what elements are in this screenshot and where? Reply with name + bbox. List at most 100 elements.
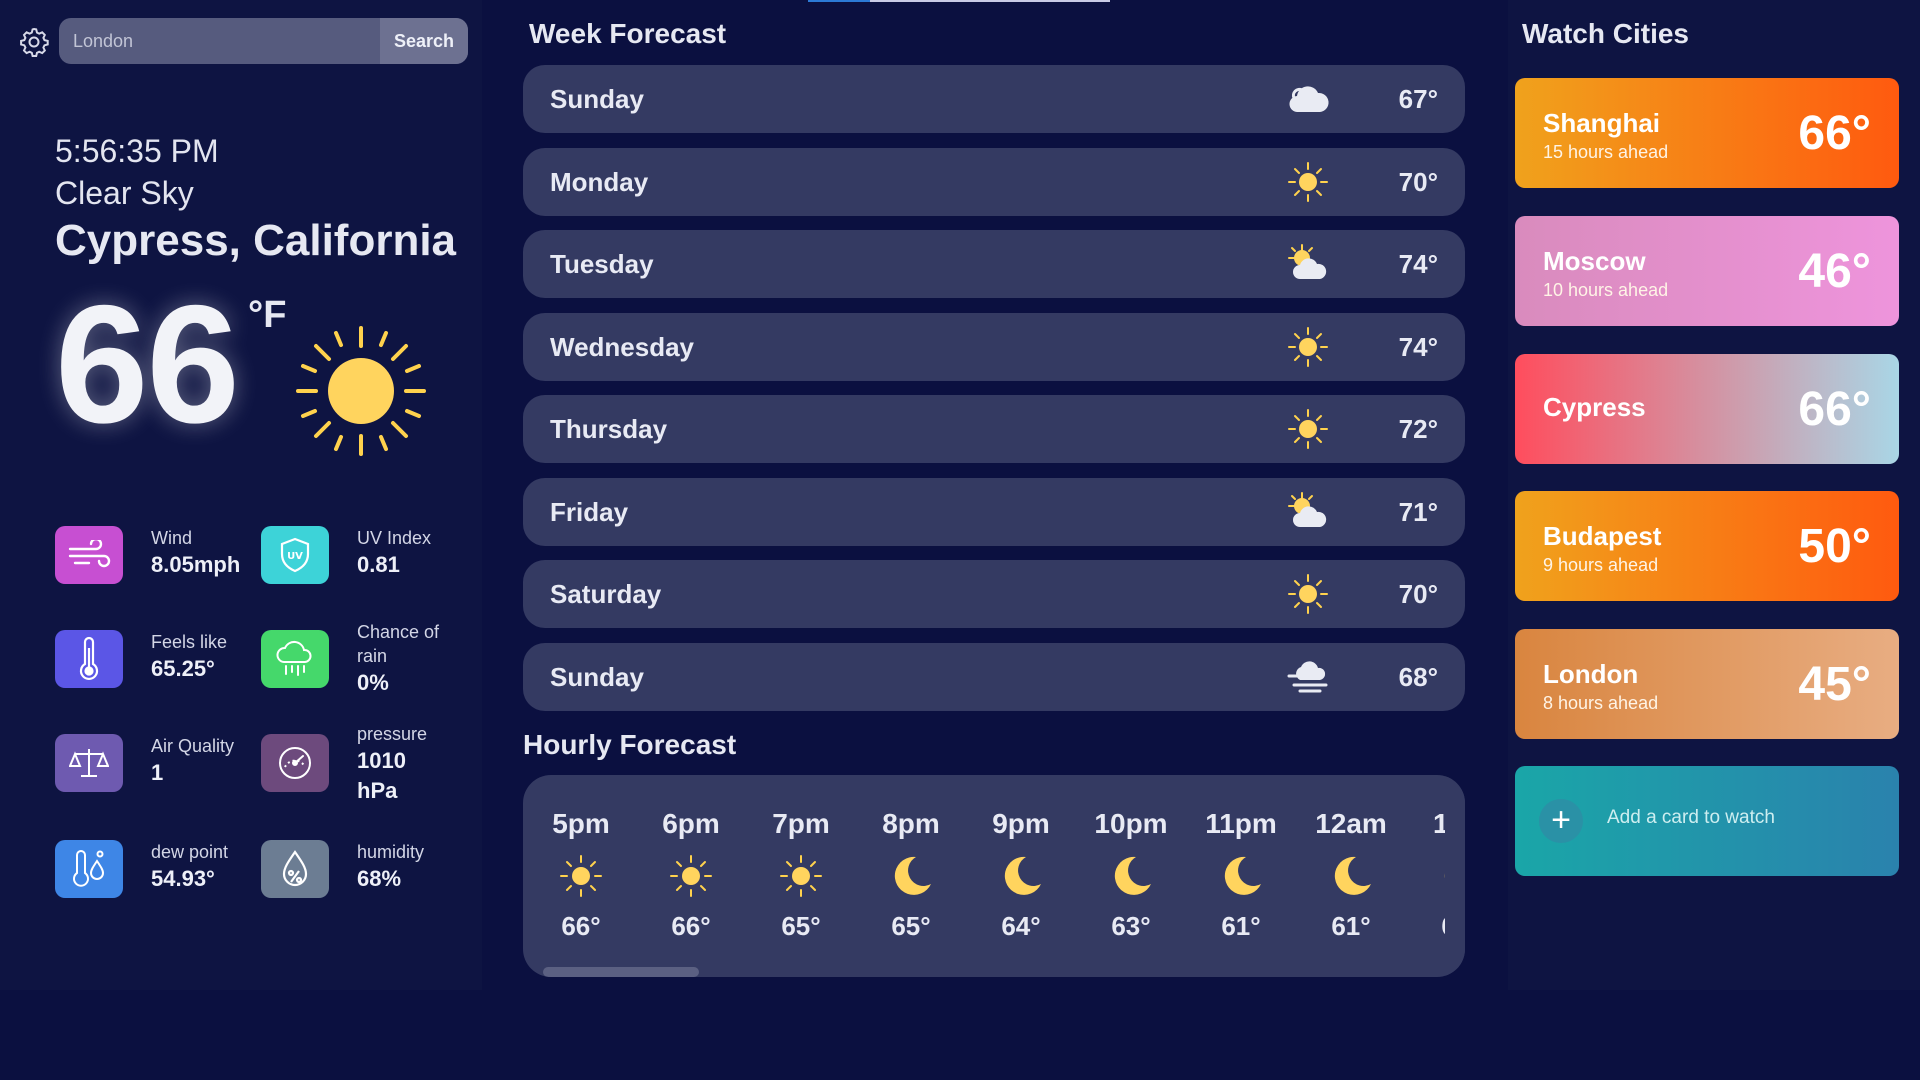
stat-label: pressure xyxy=(357,724,428,744)
moon-icon xyxy=(1114,856,1151,895)
cloud-icon xyxy=(1289,86,1329,113)
city-temp: 66° xyxy=(1798,383,1871,436)
current-temperature: 66 xyxy=(55,270,240,458)
city-card-cypress[interactable]: Cypress 66° xyxy=(1515,354,1899,464)
day-temp: 68° xyxy=(1398,662,1438,692)
hour-item: 5pm 66° xyxy=(526,807,636,942)
hour-temp: 65° xyxy=(781,911,821,941)
thermometer-icon xyxy=(55,630,123,688)
forecast-day-row[interactable]: Sunday 67° xyxy=(523,65,1465,133)
rain-cloud-icon xyxy=(261,630,329,688)
top-progress-bar xyxy=(808,0,1110,2)
hour-time: 7pm xyxy=(772,808,830,839)
city-name: Moscow xyxy=(1543,246,1646,276)
stat-value: 54.93° xyxy=(151,866,215,891)
stat-value: 65.25° xyxy=(151,656,215,681)
forecast-day-row[interactable]: Friday 71° xyxy=(523,478,1465,546)
day-name: Monday xyxy=(550,167,649,197)
hour-time: 9pm xyxy=(992,808,1050,839)
sun-icon xyxy=(1288,409,1328,449)
sun-icon xyxy=(780,855,822,897)
stat-air-quality: Air Quality 1 xyxy=(55,734,234,792)
city-name: Cypress xyxy=(1543,392,1646,422)
watch-cities-title: Watch Cities xyxy=(1522,18,1689,49)
city-temp: 46° xyxy=(1798,245,1871,298)
city-name: Budapest xyxy=(1543,521,1662,551)
hour-temp: 64° xyxy=(1001,911,1041,941)
stat-label: Air Quality xyxy=(151,736,235,756)
hour-temp: 66° xyxy=(671,911,711,941)
stat-label: Feels like xyxy=(151,632,228,652)
wind-icon xyxy=(55,526,123,584)
stat-label: Chance of rain xyxy=(357,622,440,666)
partly-cloudy-icon xyxy=(1288,244,1327,279)
day-name: Saturday xyxy=(550,579,662,609)
hour-time: 8pm xyxy=(882,808,940,839)
city-card-london[interactable]: London 8 hours ahead 45° xyxy=(1515,629,1899,739)
city-card-moscow[interactable]: Moscow 10 hours ahead 46° xyxy=(1515,216,1899,326)
stat-uv-index: UV UV Index 0.81 xyxy=(261,526,431,584)
city-name: London xyxy=(1543,659,1639,689)
uv-shield-icon: UV xyxy=(261,526,329,584)
hourly-forecast-strip[interactable]: 5pm 66° 6pm 66° 7pm 65° 8pm 65° 9pm 64° … xyxy=(523,775,1465,977)
hour-time: 10pm xyxy=(1094,808,1168,839)
temperature-unit: °F xyxy=(248,294,287,336)
hourly-scrollbar[interactable] xyxy=(543,967,699,977)
week-forecast-title: Week Forecast xyxy=(529,18,727,49)
gauge-icon xyxy=(261,734,329,792)
forecast-day-row[interactable]: Tuesday 74° xyxy=(523,230,1465,298)
partly-cloudy-icon xyxy=(1288,492,1327,527)
forecast-day-row[interactable]: Sunday 68° xyxy=(523,643,1465,711)
hour-temp: 61° xyxy=(1221,911,1261,941)
sun-icon xyxy=(1288,327,1328,367)
stat-label: Wind xyxy=(151,528,193,548)
forecast-day-row[interactable]: Thursday 72° xyxy=(523,395,1465,463)
hour-time: 12am xyxy=(1315,808,1387,839)
current-time: 5:56:35 PM xyxy=(55,133,219,169)
day-name: Sunday xyxy=(550,662,644,692)
humidity-drop-icon xyxy=(261,840,329,898)
hour-item: 9pm 64° xyxy=(966,807,1076,942)
city-card-budapest[interactable]: Budapest 9 hours ahead 50° xyxy=(1515,491,1899,601)
hour-item: 10pm 63° xyxy=(1076,807,1186,942)
stat-pressure: pressure 1010 hPa xyxy=(261,722,427,806)
day-temp: 67° xyxy=(1398,84,1438,114)
city-time-offset: 15 hours ahead xyxy=(1543,142,1669,162)
stat-chance-of-rain: Chance of rain 0% xyxy=(261,620,453,698)
hour-temp: 61° xyxy=(1331,911,1371,941)
gear-icon[interactable] xyxy=(18,26,50,58)
plus-icon: + xyxy=(1539,799,1583,843)
hour-time: 11pm xyxy=(1205,808,1277,839)
stat-feels-like: Feels like 65.25° xyxy=(55,630,227,688)
hour-item: 8pm 65° xyxy=(856,807,966,942)
hour-temp: 66° xyxy=(561,911,601,941)
city-time-offset: 8 hours ahead xyxy=(1543,693,1659,713)
day-name: Thursday xyxy=(550,414,668,444)
day-temp: 70° xyxy=(1398,167,1438,197)
day-name: Tuesday xyxy=(550,249,654,279)
stat-value: 1010 hPa xyxy=(357,748,406,803)
hour-time: 6pm xyxy=(662,808,720,839)
add-card-label: Add a card to watch xyxy=(1607,807,1775,828)
sun-icon xyxy=(296,326,426,456)
city-card-shanghai[interactable]: Shanghai 15 hours ahead 66° xyxy=(1515,78,1899,188)
city-time-offset: 10 hours ahead xyxy=(1543,280,1669,300)
add-city-card-button[interactable]: + Add a card to watch xyxy=(1515,766,1899,876)
search-input[interactable] xyxy=(59,18,380,64)
day-temp: 70° xyxy=(1398,579,1438,609)
forecast-day-row[interactable]: Wednesday 74° xyxy=(523,313,1465,381)
hour-temp: 65° xyxy=(891,911,931,941)
search-button[interactable]: Search xyxy=(380,18,468,64)
sun-icon xyxy=(560,855,602,897)
current-condition: Clear Sky xyxy=(55,175,194,211)
day-temp: 71° xyxy=(1398,497,1438,527)
day-name: Wednesday xyxy=(550,332,695,362)
hourly-forecast-title: Hourly Forecast xyxy=(523,729,737,760)
forecast-day-row[interactable]: Monday 70° xyxy=(523,148,1465,216)
hour-time: 5pm xyxy=(552,808,610,839)
hour-item: 7pm 65° xyxy=(746,807,856,942)
forecast-day-row[interactable]: Saturday 70° xyxy=(523,560,1465,628)
hour-item: 6pm 66° xyxy=(636,807,746,942)
day-temp: 72° xyxy=(1398,414,1438,444)
hour-temp: 63° xyxy=(1111,911,1151,941)
